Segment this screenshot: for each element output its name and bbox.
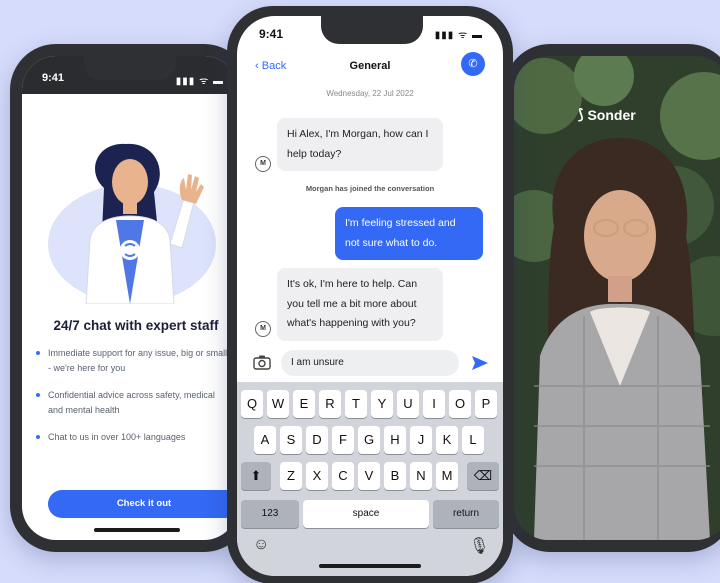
left-status-time: 9:41 (42, 72, 65, 84)
key-q[interactable]: Q (241, 390, 263, 418)
user-message: I'm feeling stressed and not sure what t… (335, 207, 483, 260)
sonder-logo-icon: ⟆ (578, 106, 584, 122)
camera-icon[interactable] (253, 354, 271, 370)
key-c[interactable]: C (332, 462, 354, 490)
return-key[interactable]: return (433, 500, 499, 528)
key-n[interactable]: N (410, 462, 432, 490)
on-screen-keyboard: Q W E R T Y U I O P A S D F G H J K L ⬆ … (237, 382, 503, 576)
key-v[interactable]: V (358, 462, 380, 490)
shift-key[interactable]: ⬆ (241, 462, 271, 490)
key-t[interactable]: T (345, 390, 367, 418)
feature-item: Immediate support for any issue, big or … (36, 346, 231, 376)
key-m[interactable]: M (436, 462, 458, 490)
agent-avatar: M (255, 156, 271, 172)
key-b[interactable]: B (384, 462, 406, 490)
center-phone: 9:41 ▮▮▮ ᯤ ▬ ‹ Back General ✆ Wednesday,… (227, 6, 513, 583)
key-r[interactable]: R (319, 390, 341, 418)
shift-icon: ⬆ (250, 468, 262, 483)
center-status-icons: ▮▮▮ ᯤ ▬ (434, 30, 483, 41)
delete-key[interactable]: ⌫ (467, 462, 499, 490)
date-separator: Wednesday, 22 Jul 2022 (326, 89, 414, 98)
key-s[interactable]: S (280, 426, 302, 454)
check-it-out-button[interactable]: Check it out (48, 490, 238, 518)
staff-portrait-photo (514, 56, 720, 540)
feature-item: Chat to us in over 100+ languages (36, 430, 231, 445)
support-agent-illustration (48, 143, 216, 304)
agent-message: Hi Alex, I'm Morgan, how can I help toda… (277, 118, 443, 171)
sonder-brand-name: Sonder (587, 106, 636, 123)
key-w[interactable]: W (267, 390, 289, 418)
left-home-indicator (94, 528, 180, 532)
left-status-icons: ▮▮▮ ᯤ ▬ (175, 76, 224, 87)
agent-avatar: M (255, 321, 271, 337)
key-l[interactable]: L (462, 426, 484, 454)
headline: 24/7 chat with expert staff (53, 318, 219, 333)
key-h[interactable]: H (384, 426, 406, 454)
system-message: Morgan has joined the conversation (305, 184, 435, 193)
microphone-icon[interactable]: 🎙 (469, 536, 489, 556)
emoji-icon[interactable]: ☺ (253, 536, 269, 554)
key-i[interactable]: I (423, 390, 445, 418)
key-o[interactable]: O (449, 390, 471, 418)
center-notch (321, 16, 423, 44)
left-phone: 9:41 ▮▮▮ ᯤ ▬ 24/7 chat with expert staff… (10, 44, 250, 552)
left-phone-screen: 9:41 ▮▮▮ ᯤ ▬ 24/7 chat with expert staff… (22, 56, 238, 540)
center-status-time: 9:41 (259, 27, 284, 41)
agent-message: It's ok, I'm here to help. Can you tell … (277, 268, 443, 341)
sonder-logo: ⟆ Sonder (578, 106, 636, 123)
right-phone: ⟆ Sonder (504, 44, 720, 552)
backspace-icon: ⌫ (473, 468, 493, 483)
key-g[interactable]: G (358, 426, 380, 454)
key-k[interactable]: K (436, 426, 458, 454)
feature-item: Confidential advice across safety, medic… (36, 388, 231, 418)
left-notch (84, 56, 176, 80)
key-d[interactable]: D (306, 426, 328, 454)
numbers-key[interactable]: 123 (241, 500, 299, 528)
key-a[interactable]: A (254, 426, 276, 454)
key-f[interactable]: F (332, 426, 354, 454)
phone-icon: ✆ (468, 58, 478, 70)
space-key[interactable]: space (303, 500, 429, 528)
chat-screen: 9:41 ▮▮▮ ᯤ ▬ ‹ Back General ✆ Wednesday,… (237, 16, 503, 576)
key-y[interactable]: Y (371, 390, 393, 418)
right-phone-screen: ⟆ Sonder (514, 56, 720, 540)
message-input[interactable]: I am unsure (281, 350, 459, 376)
key-u[interactable]: U (397, 390, 419, 418)
center-home-indicator (319, 564, 421, 568)
send-icon[interactable] (471, 355, 489, 371)
key-x[interactable]: X (306, 462, 328, 490)
feature-list: Immediate support for any issue, big or … (36, 346, 231, 457)
message-composer: I am unsure (237, 346, 503, 380)
key-j[interactable]: J (410, 426, 432, 454)
key-z[interactable]: Z (280, 462, 302, 490)
key-e[interactable]: E (293, 390, 315, 418)
chat-navbar: ‹ Back General ✆ (237, 48, 503, 88)
phone-call-button[interactable]: ✆ (461, 52, 485, 76)
key-p[interactable]: P (475, 390, 497, 418)
